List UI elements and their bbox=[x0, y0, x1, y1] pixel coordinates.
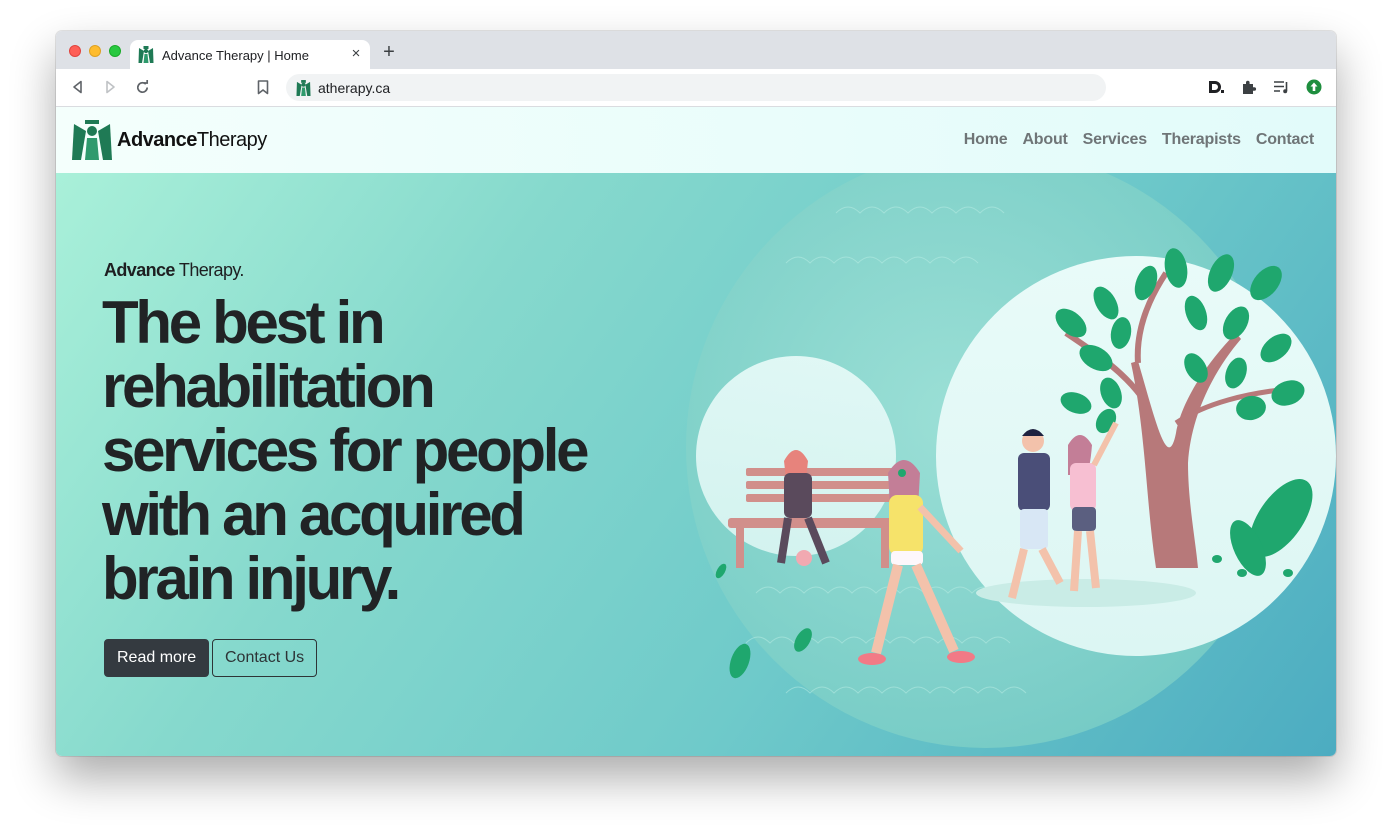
browser-tab-active[interactable]: Advance Therapy | Home × bbox=[130, 40, 370, 69]
nav-link-about[interactable]: About bbox=[1022, 131, 1067, 149]
hero-section: Advance Therapy. The best in rehabilitat… bbox=[56, 173, 1336, 756]
nav-links: Home About Services Therapists Contact bbox=[964, 131, 1314, 149]
reading-list-icon[interactable] bbox=[1271, 77, 1291, 97]
hero-title-line: brain injury. bbox=[102, 545, 401, 612]
hero-title-line: services for people bbox=[102, 417, 590, 484]
tab-title: Advance Therapy | Home bbox=[162, 48, 309, 63]
update-icon[interactable] bbox=[1304, 77, 1324, 97]
minimize-window-button[interactable] bbox=[89, 45, 101, 57]
hero-title: The best in rehabilitation services for … bbox=[102, 291, 662, 611]
hero-title-line: with an acquired bbox=[102, 481, 526, 548]
forward-arrow-icon[interactable] bbox=[100, 77, 120, 97]
nav-link-contact[interactable]: Contact bbox=[1256, 131, 1314, 149]
contact-us-button[interactable]: Contact Us bbox=[212, 639, 318, 677]
back-arrow-icon[interactable] bbox=[68, 77, 88, 97]
site-favicon-icon bbox=[138, 46, 154, 63]
bookmark-icon[interactable] bbox=[253, 77, 273, 97]
dashlane-extension-icon[interactable] bbox=[1206, 77, 1226, 97]
site-favicon-icon bbox=[296, 80, 311, 96]
hero-eyebrow: Advance Therapy. bbox=[104, 260, 244, 281]
browser-toolbar: atherapy.ca bbox=[56, 69, 1336, 107]
hero-illustration bbox=[686, 173, 1336, 748]
tab-close-icon[interactable]: × bbox=[348, 45, 364, 63]
brand-name: AdvanceTherapy bbox=[117, 129, 267, 152]
hero-eyebrow-regular: Therapy. bbox=[174, 260, 245, 280]
maximize-window-button[interactable] bbox=[109, 45, 121, 57]
brand-name-regular: Therapy bbox=[196, 128, 267, 151]
read-more-button[interactable]: Read more bbox=[104, 639, 210, 677]
nav-link-services[interactable]: Services bbox=[1083, 131, 1147, 149]
close-window-button[interactable] bbox=[69, 45, 81, 57]
new-tab-button[interactable]: + bbox=[379, 42, 399, 62]
reload-icon[interactable] bbox=[132, 77, 152, 97]
browser-tab-strip: Advance Therapy | Home × + bbox=[56, 31, 1336, 69]
hero-eyebrow-bold: Advance bbox=[104, 260, 175, 280]
browser-window: Advance Therapy | Home × + atherapy.ca A… bbox=[56, 31, 1336, 756]
address-bar[interactable]: atherapy.ca bbox=[286, 74, 1106, 101]
site-navbar: AdvanceTherapy Home About Services Thera… bbox=[56, 107, 1336, 173]
hero-title-line: rehabilitation bbox=[102, 353, 436, 420]
nav-link-home[interactable]: Home bbox=[964, 131, 1008, 149]
url-text: atherapy.ca bbox=[318, 80, 391, 96]
puzzle-extension-icon[interactable] bbox=[1239, 77, 1259, 97]
web-page: AdvanceTherapy Home About Services Thera… bbox=[56, 107, 1336, 756]
nav-link-therapists[interactable]: Therapists bbox=[1162, 131, 1241, 149]
advance-therapy-logo-icon bbox=[72, 120, 112, 160]
site-brand[interactable]: AdvanceTherapy bbox=[72, 120, 267, 160]
hero-title-line: The best in bbox=[102, 289, 386, 356]
brand-name-bold: Advance bbox=[117, 128, 197, 151]
